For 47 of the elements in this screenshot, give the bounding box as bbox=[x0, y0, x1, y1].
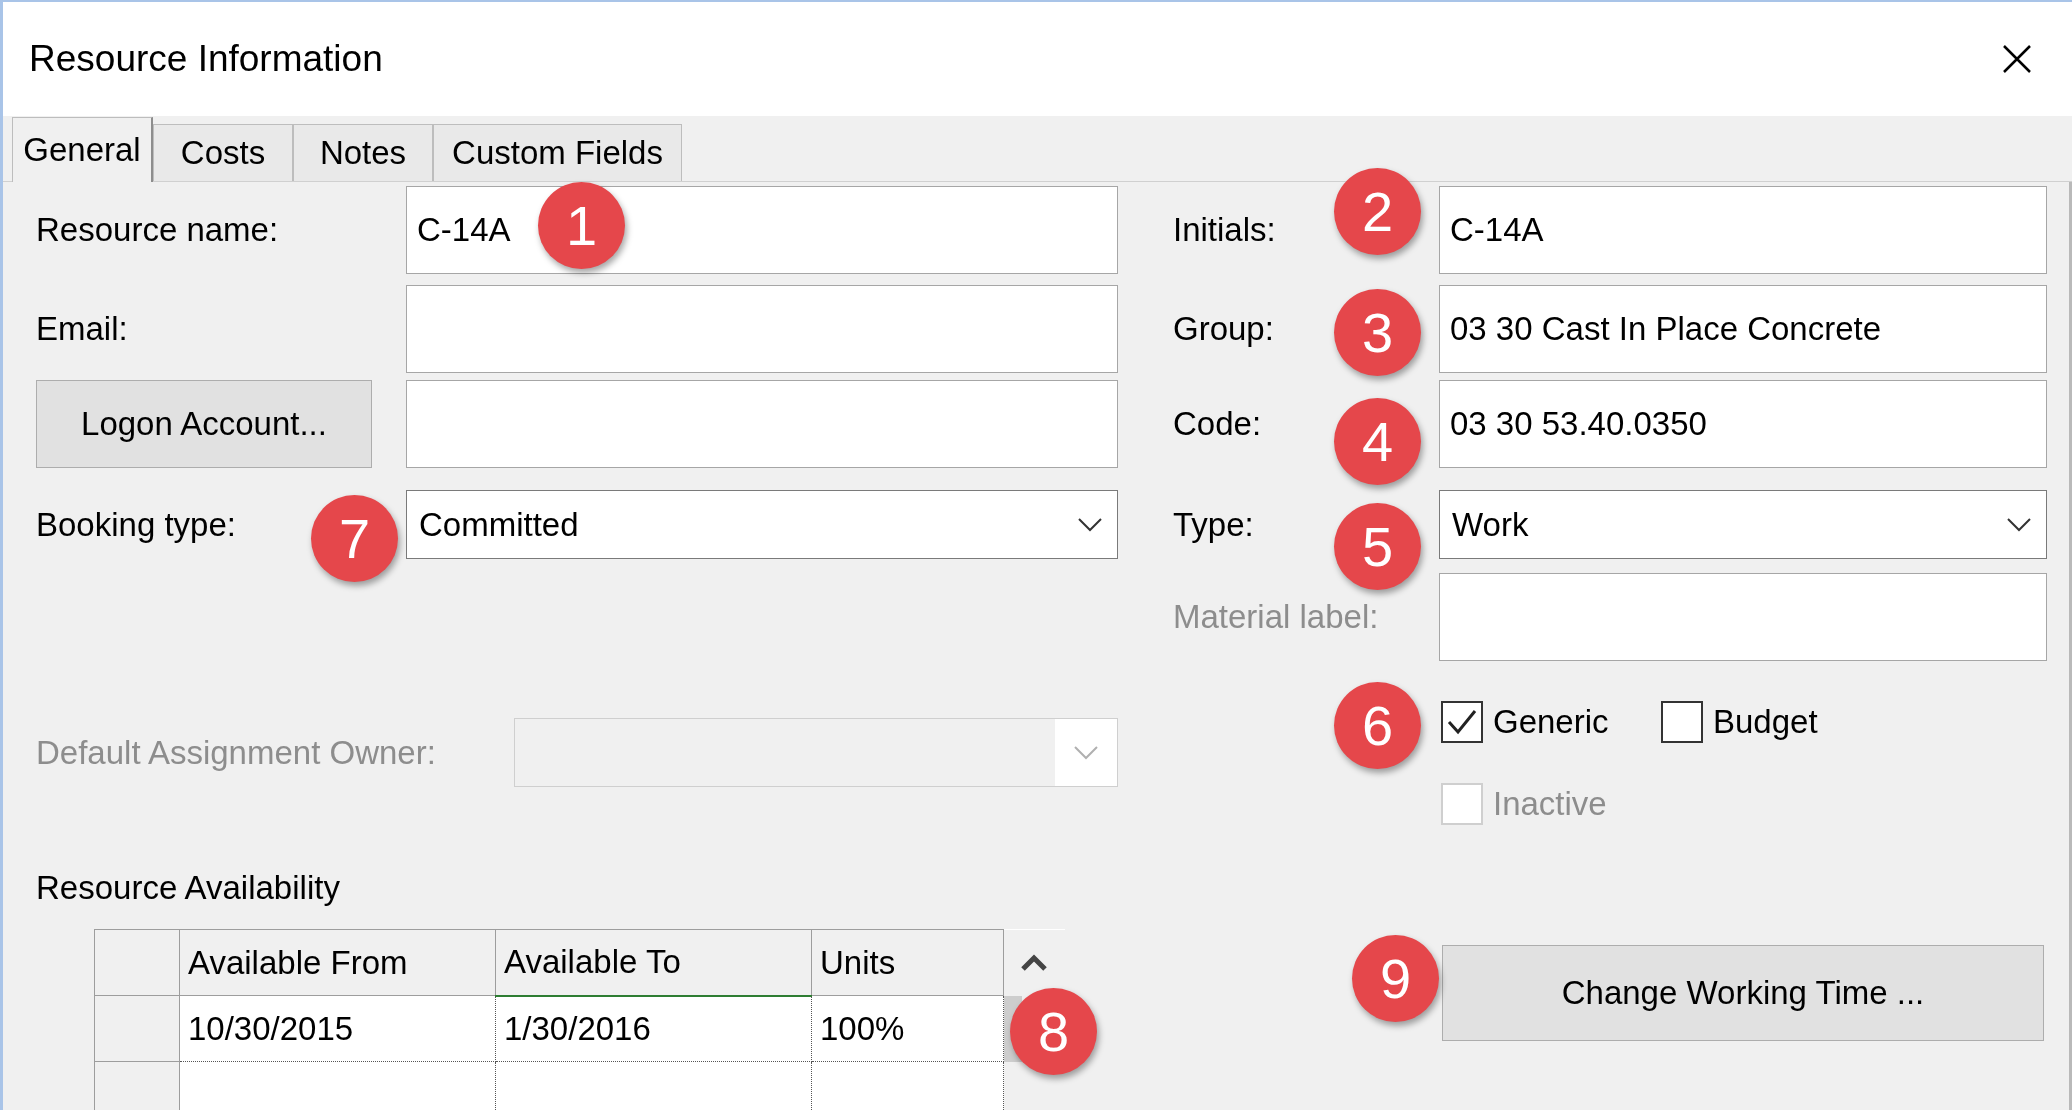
table-cell: 100% bbox=[811, 995, 1004, 1062]
column-header[interactable]: Available From bbox=[179, 929, 496, 996]
section-title: Resource Availability bbox=[36, 869, 341, 907]
change-working-time-button[interactable]: Change Working Time ... bbox=[1442, 945, 2044, 1041]
logon-account-button[interactable]: Logon Account... bbox=[36, 380, 372, 468]
logon-account-field[interactable] bbox=[406, 380, 1118, 468]
field-label: Initials: bbox=[1173, 211, 1276, 249]
number-badge: 5 bbox=[1334, 503, 1421, 590]
close-icon[interactable] bbox=[2002, 44, 2032, 74]
type-dropdown[interactable]: Work bbox=[1439, 490, 2047, 559]
field-label: Material label: bbox=[1173, 598, 1379, 636]
field-label: Group: bbox=[1173, 310, 1274, 348]
tab[interactable]: Custom Fields bbox=[433, 124, 682, 181]
number-badge: 7 bbox=[311, 495, 398, 582]
checkbox[interactable] bbox=[1441, 701, 1483, 743]
field-label: Default Assignment Owner: bbox=[36, 733, 436, 772]
field-label: Code: bbox=[1173, 405, 1262, 443]
column-header[interactable]: Units bbox=[811, 929, 1004, 996]
initials-field[interactable]: C-14A bbox=[1439, 186, 2047, 274]
window-title: Resource Information bbox=[29, 38, 383, 80]
booking-type-dropdown[interactable]: Committed bbox=[406, 490, 1118, 559]
code-field[interactable]: 03 30 53.40.0350 bbox=[1439, 380, 2047, 468]
field-label: Email: bbox=[36, 310, 128, 348]
checkbox[interactable] bbox=[1661, 701, 1703, 743]
field-label: Type: bbox=[1173, 505, 1254, 544]
checkbox-label: Generic bbox=[1493, 703, 1609, 741]
field-label: Booking type: bbox=[36, 505, 236, 544]
checkbox-label: Budget bbox=[1713, 703, 1818, 741]
email-field[interactable] bbox=[406, 285, 1118, 373]
chevron-down-icon bbox=[1073, 744, 1099, 761]
number-badge: 3 bbox=[1334, 289, 1421, 376]
number-badge: 2 bbox=[1334, 168, 1421, 255]
table-cell: 10/30/2015 bbox=[179, 995, 496, 1062]
group-field[interactable]: 03 30 Cast In Place Concrete bbox=[1439, 285, 2047, 373]
chevron-down-icon bbox=[1077, 516, 1103, 533]
table-cell: 1/30/2016 bbox=[495, 995, 812, 1062]
number-badge: 4 bbox=[1334, 398, 1421, 485]
number-badge: 9 bbox=[1352, 935, 1439, 1022]
scroll-up-icon[interactable] bbox=[1019, 952, 1049, 973]
checkbox-label: Inactive bbox=[1493, 785, 1607, 823]
number-badge: 6 bbox=[1334, 682, 1421, 769]
tab[interactable]: Notes bbox=[293, 124, 433, 181]
chevron-down-icon bbox=[2006, 516, 2032, 533]
field-label: Resource name: bbox=[36, 211, 279, 249]
column-header[interactable]: Available To bbox=[495, 929, 812, 996]
tab[interactable]: Costs bbox=[153, 124, 293, 181]
tab[interactable]: General bbox=[12, 117, 153, 182]
